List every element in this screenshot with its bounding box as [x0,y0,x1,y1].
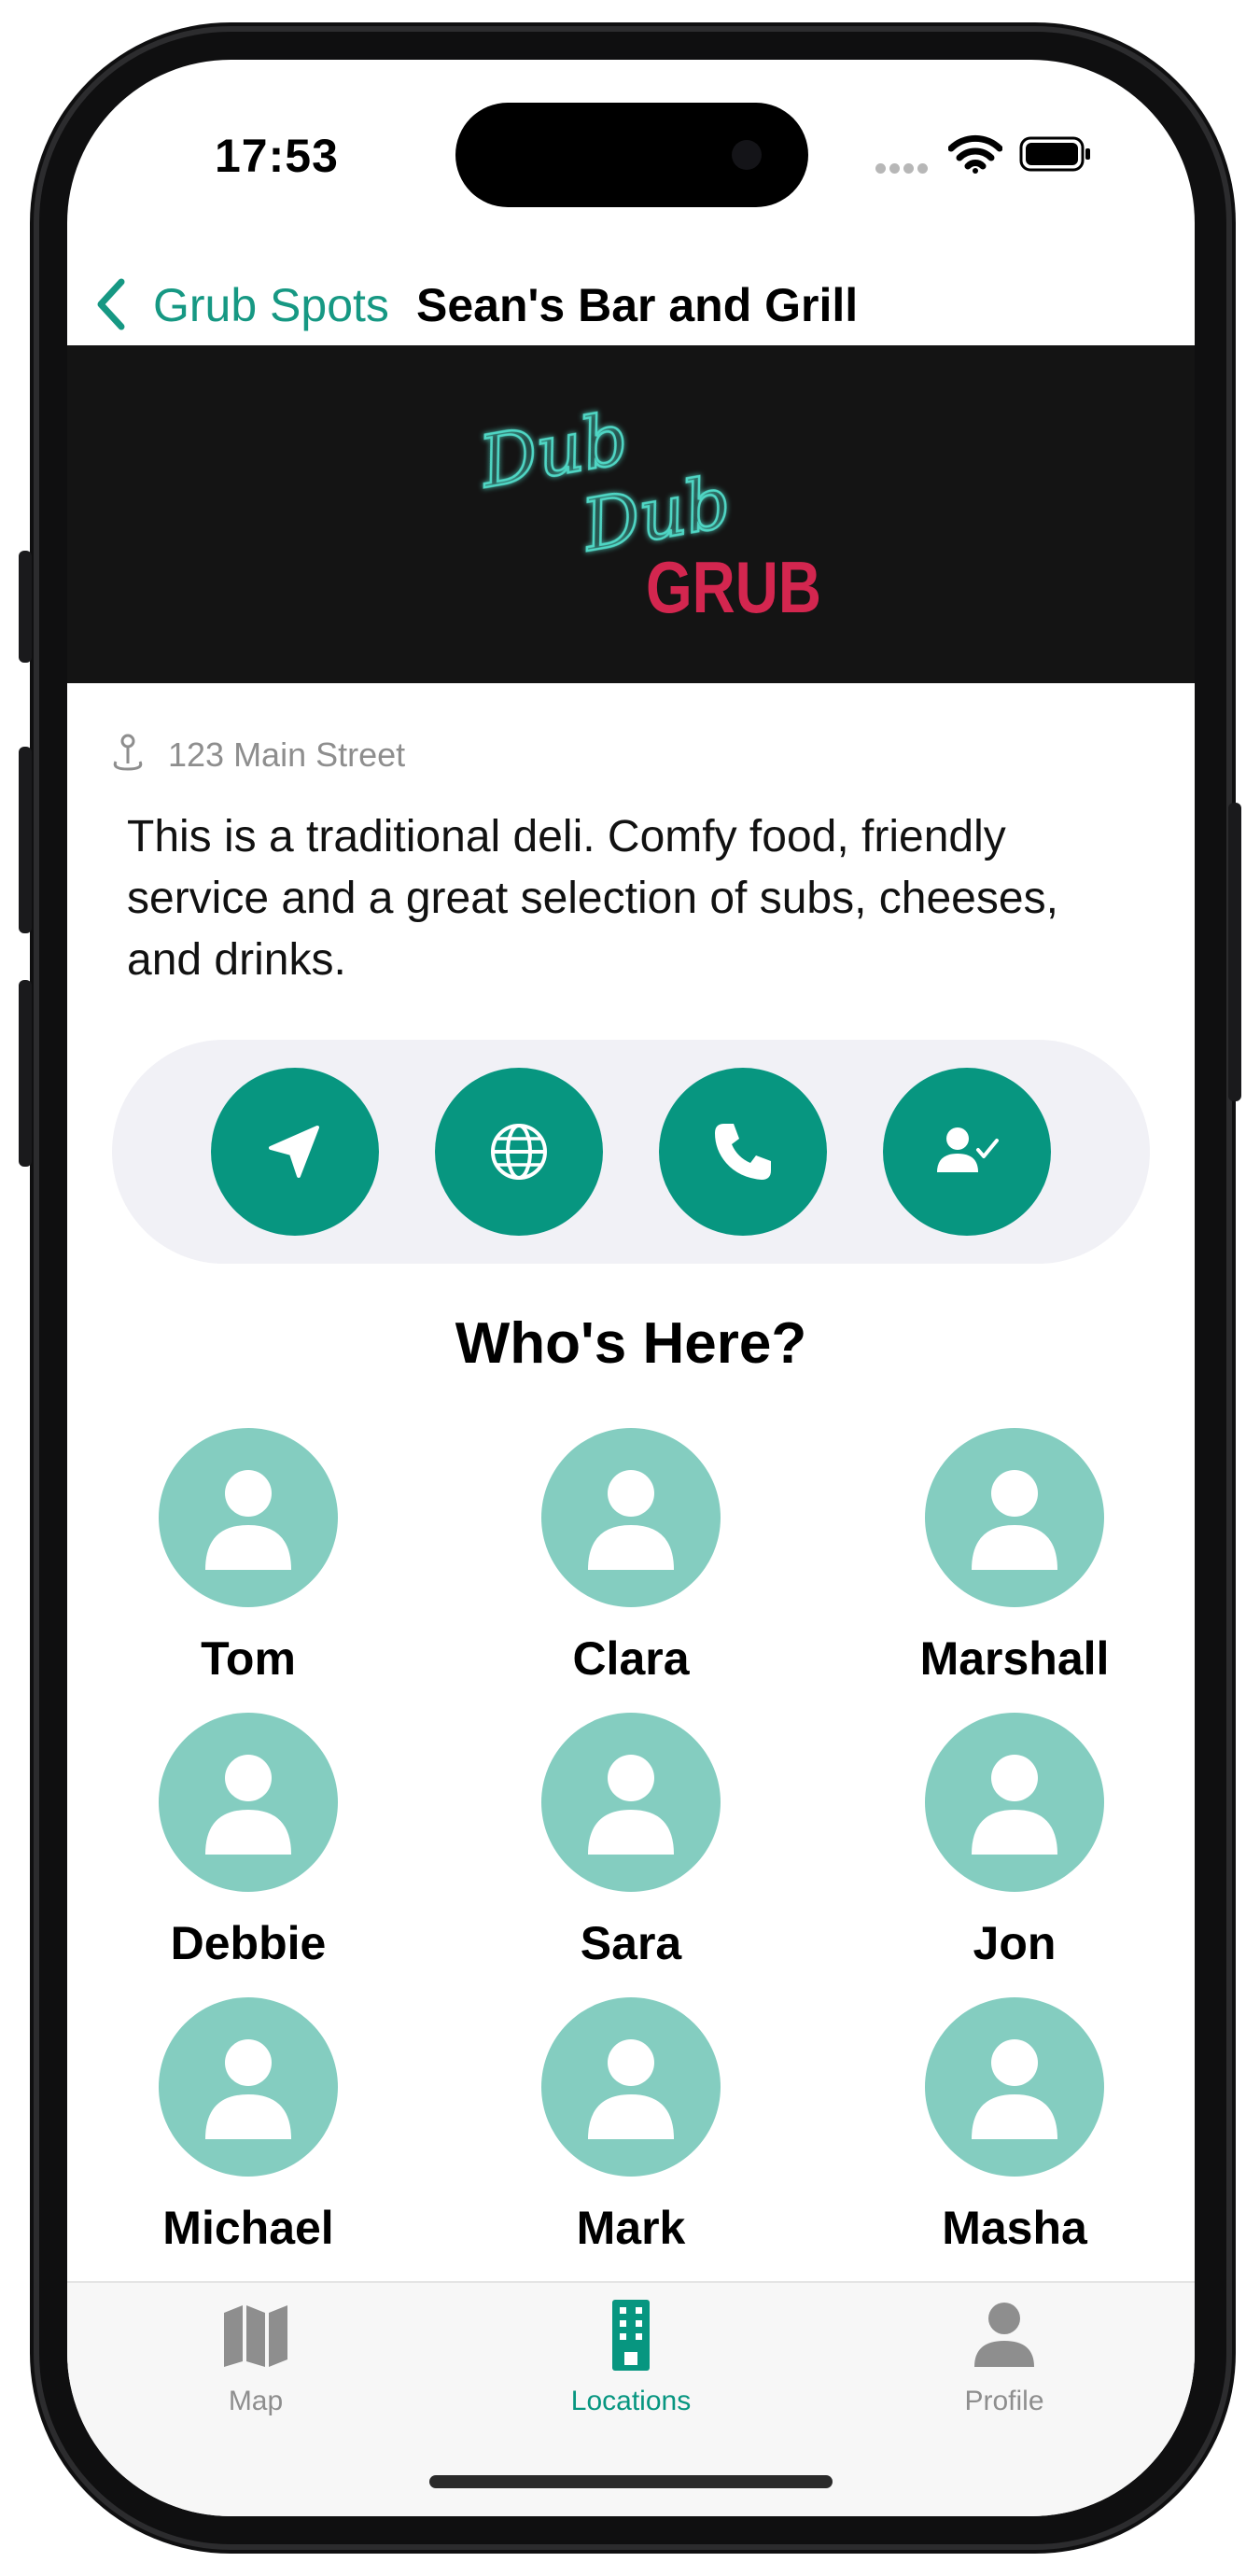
location-arrow-icon [269,1126,319,1178]
action-buttons-bar [112,1040,1150,1264]
whos-here-heading: Who's Here? [455,1311,807,1376]
person-name: Clara [572,1632,690,1685]
avatar [925,1997,1104,2177]
person-card[interactable]: Jon [875,1713,1155,1983]
person-icon [972,2039,1057,2139]
volume-down-side-button [19,980,32,1167]
person-card[interactable]: Sara [491,1713,771,1983]
person-icon [974,2303,1034,2367]
person-icon [972,1755,1057,1855]
map-pin-icon [113,734,143,771]
person-card[interactable]: Debbie [108,1713,388,1983]
person-name: Masha [942,2202,1087,2254]
avatar [925,1713,1104,1892]
person-name: Debbie [170,1917,327,1969]
phone-icon [715,1124,771,1180]
website-button[interactable] [435,1068,603,1236]
location-hero-image: Dub Dub GRUB [67,345,1195,683]
status-time: 17:53 [215,130,339,182]
person-name: Sara [580,1917,682,1969]
page-title: Sean's Bar and Grill [416,279,859,331]
action-side-button [19,551,32,663]
person-card[interactable]: Marshall [875,1428,1155,1699]
person-name: Michael [162,2202,334,2254]
location-description: This is a traditional deli. Comfy food, … [127,812,1058,985]
address-text: 123 Main Street [168,735,406,774]
app-screen: 17:53 Grub Spots Sean's Bar and Grill Du… [67,60,1195,2516]
camera-lens [732,140,762,170]
person-card[interactable]: Clara [491,1428,771,1699]
tab-map[interactable]: Map [134,2300,377,2440]
avatar [925,1428,1104,1607]
tab-locations[interactable]: Locations [510,2300,752,2440]
map-icon [224,2305,287,2367]
person-icon [205,1755,291,1855]
svg-text:GRUB: GRUB [646,546,821,625]
person-name: Marshall [919,1632,1110,1685]
battery-icon [1019,136,1090,172]
person-name: Mark [576,2202,686,2254]
person-icon [588,1755,674,1855]
building-icon [612,2300,650,2371]
directions-button[interactable] [211,1068,379,1236]
dynamic-island [455,103,808,207]
power-side-button [1228,803,1241,1101]
avatar [159,1997,338,2177]
avatar [541,1713,721,1892]
person-icon [588,2039,674,2139]
wifi-icon [948,134,1002,174]
dub-dub-grub-logo: Dub Dub GRUB [470,401,821,625]
person-card[interactable]: Tom [108,1428,388,1699]
chevron-left-icon[interactable] [93,276,131,332]
call-button[interactable] [659,1068,827,1236]
home-indicator [429,2475,833,2488]
person-icon [205,1470,291,1570]
globe-icon [491,1124,547,1180]
tab-label: Locations [570,2386,692,2416]
person-name: Jon [973,1917,1057,1969]
avatar [541,1997,721,2177]
avatar [159,1713,338,1892]
back-button[interactable]: Grub Spots [153,278,389,332]
avatar [159,1428,338,1607]
cellular-signal-icon [875,161,931,174]
avatar [541,1428,721,1607]
check-in-button[interactable] [883,1068,1051,1236]
status-bar: 17:53 [67,60,1195,246]
tab-label: Map [228,2386,284,2416]
person-card[interactable]: Masha [875,1997,1155,2268]
person-card[interactable]: Mark [491,1997,771,2268]
tab-label: Profile [964,2386,1044,2416]
volume-up-side-button [19,747,32,933]
person-card[interactable]: Michael [108,1997,388,2268]
tab-profile[interactable]: Profile [883,2300,1126,2440]
person-name: Tom [201,1632,296,1685]
person-icon [588,1470,674,1570]
person-icon [205,2039,291,2139]
person-icon [972,1470,1057,1570]
check-in-person-icon [937,1127,999,1172]
navigation-bar: Grub Spots Sean's Bar and Grill [67,246,1195,345]
